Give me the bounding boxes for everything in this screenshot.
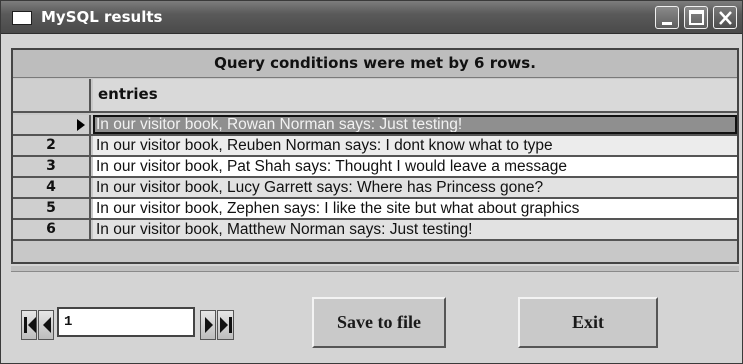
minimize-button[interactable]	[655, 6, 679, 29]
mysql-results-window: MySQL results Query conditions were met …	[0, 0, 743, 364]
row-entry-cell[interactable]: In our visitor book, Rowan Norman says: …	[93, 115, 737, 134]
row-selector[interactable]: 3	[13, 157, 91, 176]
record-number-field[interactable]	[57, 307, 195, 337]
window-title: MySQL results	[41, 8, 163, 26]
maximize-icon	[689, 10, 704, 25]
row-selector[interactable]: 2	[13, 136, 91, 155]
next-record-icon	[205, 317, 213, 333]
table-row[interactable]: 6 In our visitor book, Matthew Norman sa…	[13, 220, 737, 241]
query-status-banner: Query conditions were met by 6 rows.	[13, 50, 737, 78]
row-selector[interactable]: 6	[13, 220, 91, 239]
previous-record-icon	[43, 317, 51, 333]
previous-record-button[interactable]	[38, 310, 54, 340]
next-record-button[interactable]	[200, 310, 216, 340]
row-selector[interactable]: 4	[13, 178, 91, 197]
current-row-arrow-icon	[77, 119, 85, 131]
grid-rows: In our visitor book, Rowan Norman says: …	[13, 115, 737, 241]
row-entry-cell[interactable]: In our visitor book, Zephen says: I like…	[93, 199, 737, 218]
window-icon	[12, 11, 32, 25]
first-record-button[interactable]	[21, 310, 37, 340]
table-row[interactable]: 2 In our visitor book, Reuben Norman say…	[13, 136, 737, 157]
close-icon	[719, 11, 732, 25]
maximize-button[interactable]	[684, 6, 708, 29]
save-to-file-button[interactable]: Save to file	[312, 297, 446, 348]
row-entry-cell[interactable]: In our visitor book, Matthew Norman says…	[93, 220, 737, 239]
first-record-icon	[24, 317, 36, 333]
exit-button[interactable]: Exit	[518, 297, 658, 348]
minimize-icon	[662, 22, 672, 25]
row-entry-cell[interactable]: In our visitor book, Reuben Norman says:…	[93, 136, 737, 155]
row-entry-cell[interactable]: In our visitor book, Pat Shah says: Thou…	[93, 157, 737, 176]
grid-header-row: entries	[13, 79, 737, 113]
close-button[interactable]	[713, 6, 737, 29]
last-record-button[interactable]	[217, 310, 234, 340]
horizontal-scrollbar[interactable]	[11, 266, 739, 272]
title-bar[interactable]: MySQL results	[1, 1, 742, 34]
last-record-icon	[220, 317, 232, 333]
table-row[interactable]: In our visitor book, Rowan Norman says: …	[13, 115, 737, 136]
table-row[interactable]: 5 In our visitor book, Zephen says: I li…	[13, 199, 737, 220]
column-header-entries[interactable]: entries	[93, 79, 737, 111]
table-row[interactable]: 3 In our visitor book, Pat Shah says: Th…	[13, 157, 737, 178]
table-row[interactable]: 4 In our visitor book, Lucy Garrett says…	[13, 178, 737, 199]
results-grid: Query conditions were met by 6 rows. ent…	[11, 48, 739, 264]
row-selector[interactable]: 5	[13, 199, 91, 218]
row-entry-cell[interactable]: In our visitor book, Lucy Garrett says: …	[93, 178, 737, 197]
grid-corner-cell[interactable]	[13, 79, 91, 111]
